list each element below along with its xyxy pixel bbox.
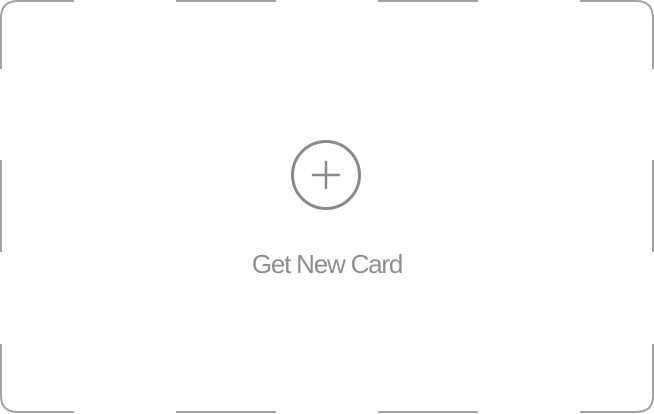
get-new-card-button[interactable]: Get New Card bbox=[0, 0, 654, 414]
plus-circle-icon bbox=[291, 140, 361, 210]
add-card-content: Get New Card bbox=[0, 0, 654, 414]
get-new-card-label: Get New Card bbox=[251, 249, 404, 279]
